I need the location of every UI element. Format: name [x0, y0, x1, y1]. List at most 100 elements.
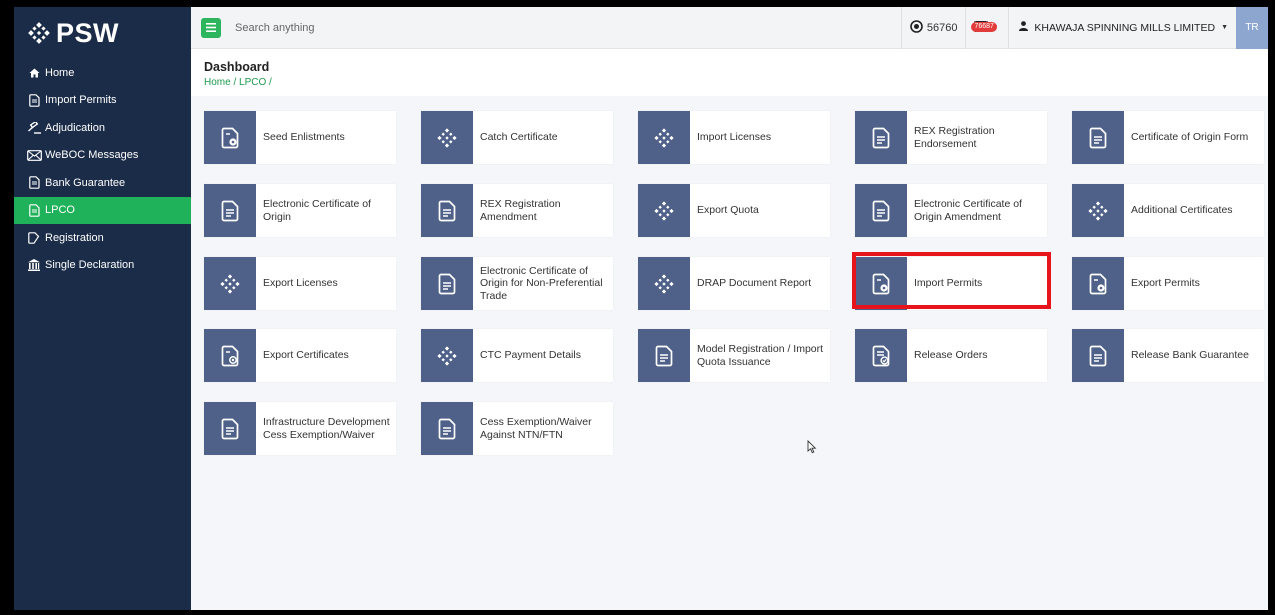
sidebar-item-bank-guarantee[interactable]: Bank Guarantee [14, 169, 191, 197]
search-input[interactable] [235, 21, 855, 34]
sidebar-item-adjudication[interactable]: Adjudication [14, 114, 191, 142]
psw-dots-icon [638, 257, 690, 310]
card-seed-enlistments[interactable]: Seed Enlistments [204, 111, 396, 164]
card-catch-certificate[interactable]: Catch Certificate [421, 111, 613, 164]
document-icon [26, 92, 42, 108]
card-cess-exemption-waiver-against-ntn-ftn[interactable]: Cess Exemption/Waiver Against NTN/FTN [421, 402, 613, 455]
sidebar-item-label: Adjudication [45, 121, 105, 134]
card-additional-certificates[interactable]: Additional Certificates [1072, 184, 1264, 237]
hamburger-icon [206, 23, 216, 32]
card-label: Electronic Certificate of Origin for Non… [480, 265, 603, 302]
coin-icon [910, 19, 923, 36]
card-label: Additional Certificates [1131, 204, 1233, 217]
card-label: Release Bank Guarantee [1131, 349, 1249, 362]
card-export-licenses[interactable]: Export Licenses [204, 257, 396, 310]
sidebar-nav: Home Import Permits Adjudication WeBOC Mess… [14, 59, 191, 279]
card-certificate-of-origin-form[interactable]: Certificate of Origin Form [1072, 111, 1264, 164]
psw-logo-icon [28, 22, 50, 44]
card-label: REX Registration Amendment [480, 198, 561, 223]
sidebar-item-registration[interactable]: Registration [14, 224, 191, 252]
mouse-cursor-icon [807, 440, 817, 454]
card-electronic-certificate-of-origin-amendment[interactable]: Electronic Certificate of Origin Amendme… [855, 184, 1047, 237]
card-label: Import Licenses [697, 131, 772, 144]
card-label: REX Registration Endorsement [914, 125, 995, 150]
coins-balance[interactable]: 56760 [902, 19, 966, 36]
sidebar-item-label: Import Permits [45, 94, 117, 107]
sidebar-item-label: Bank Guarantee [45, 176, 126, 189]
app-window: PSW Home Import Permits Adjudication WeBOC … [14, 7, 1268, 610]
coins-value: 56760 [926, 21, 958, 34]
sidebar-item-home[interactable]: Home [14, 59, 191, 87]
psw-dots-icon [638, 184, 690, 237]
sidebar-item-label: Home [45, 66, 75, 79]
card-label: Export Permits [1131, 277, 1200, 290]
card-ctc-payment-details[interactable]: CTC Payment Details [421, 329, 613, 382]
card-import-permits[interactable]: Import Permits [855, 257, 1047, 310]
sidebar-item-label: LPCO [45, 204, 75, 217]
mail-count-badge: 76687 [971, 21, 997, 32]
card-export-quota[interactable]: Export Quota [638, 184, 830, 237]
document-lines-icon [204, 184, 256, 237]
card-import-licenses[interactable]: Import Licenses [638, 111, 830, 164]
document-icon [26, 175, 42, 191]
logo-text: PSW [56, 17, 120, 48]
psw-dots-icon [1072, 184, 1124, 237]
card-label: Certificate of Origin Form [1131, 131, 1249, 144]
home-icon [26, 65, 42, 81]
sidebar-item-import-permits[interactable]: Import Permits [14, 87, 191, 115]
card-label: Model Registration / Import Quota Issuan… [697, 343, 824, 368]
sidebar: PSW Home Import Permits Adjudication WeBOC … [14, 7, 191, 610]
document-lines-icon [1072, 329, 1124, 382]
card-label: Import Permits [914, 277, 983, 290]
document-lines-icon [421, 257, 473, 310]
psw-logo[interactable]: PSW [14, 7, 191, 59]
document-lines-icon [855, 111, 907, 164]
document-gear-icon [204, 111, 256, 164]
card-electronic-certificate-of-origin-for-non-preferential-trade[interactable]: Electronic Certificate of Origin for Non… [421, 257, 613, 310]
document-lines-icon [1072, 111, 1124, 164]
card-drap-document-report[interactable]: DRAP Document Report [638, 257, 830, 310]
card-release-bank-guarantee[interactable]: Release Bank Guarantee [1072, 329, 1264, 382]
topbar: 56760 76687 ▼ KHAWAJA SPINNING MILLS LIM… [191, 7, 1268, 49]
psw-dots-icon [204, 257, 256, 310]
card-release-orders[interactable]: Release Orders [855, 329, 1047, 382]
card-label: Release Orders [914, 349, 988, 362]
breadcrumb[interactable]: Home / LPCO / [204, 77, 1268, 88]
messages-dropdown[interactable]: 76687 ▼ [966, 19, 1008, 37]
user-menu[interactable]: KHAWAJA SPINNING MILLS LIMITED ▼ [1009, 21, 1236, 34]
card-rex-registration-amendment[interactable]: REX Registration Amendment [421, 184, 613, 237]
sidebar-item-lpco[interactable]: LPCO [14, 196, 191, 224]
card-label: Electronic Certificate of Origin Amendme… [914, 198, 1022, 223]
sidebar-item-single-declaration[interactable]: Single Declaration [14, 252, 191, 280]
document-lines-icon [638, 329, 690, 382]
sidebar-item-label: Registration [45, 231, 104, 244]
initials-text: TR [1245, 22, 1259, 33]
card-label: Export Licenses [263, 277, 338, 290]
document-check-icon [855, 329, 907, 382]
card-model-registration-import-quota-issuance[interactable]: Model Registration / Import Quota Issuan… [638, 329, 830, 382]
card-label: DRAP Document Report [697, 277, 812, 290]
menu-toggle-button[interactable] [201, 17, 221, 38]
card-label: CTC Payment Details [480, 349, 581, 362]
card-rex-registration-endorsement[interactable]: REX Registration Endorsement [855, 111, 1047, 164]
building-icon [26, 257, 42, 273]
card-label: Export Certificates [263, 349, 349, 362]
profile-initials-button[interactable]: TR [1236, 7, 1268, 49]
document-badge-icon [204, 329, 256, 382]
psw-dots-icon [638, 111, 690, 164]
card-export-certificates[interactable]: Export Certificates [204, 329, 396, 382]
page-title: Dashboard [204, 60, 270, 74]
chevron-down-icon: ▼ [1221, 24, 1228, 31]
pencil-icon [26, 230, 42, 246]
card-label: Export Quota [697, 204, 759, 217]
sidebar-item-weboc-messages[interactable]: WeBOC Messages [14, 142, 191, 170]
card-electronic-certificate-of-origin[interactable]: Electronic Certificate of Origin [204, 184, 396, 237]
card-label: Infrastructure Development Cess Exemptio… [263, 416, 390, 441]
user-name: KHAWAJA SPINNING MILLS LIMITED [1034, 21, 1216, 34]
card-infrastructure-development-cess-exemption-waiver[interactable]: Infrastructure Development Cess Exemptio… [204, 402, 396, 455]
document-icon [26, 202, 42, 218]
psw-dots-icon [421, 111, 473, 164]
card-label: Catch Certificate [480, 131, 558, 144]
card-export-permits[interactable]: Export Permits [1072, 257, 1264, 310]
document-gear-icon [855, 257, 907, 310]
